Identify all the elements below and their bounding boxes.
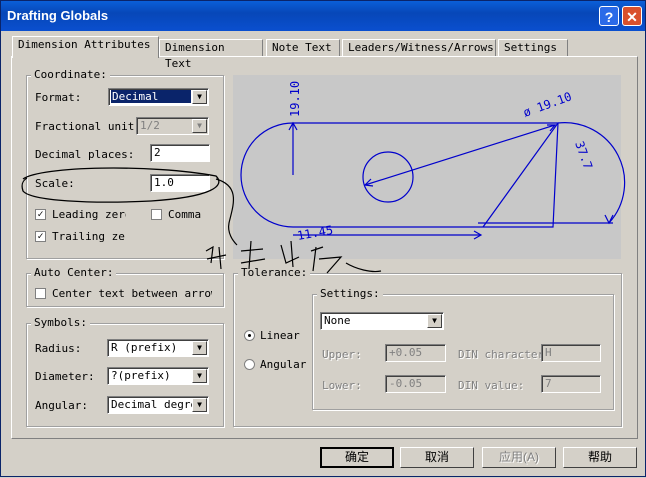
tab-dimension-attributes[interactable]: Dimension Attributes <box>12 36 159 58</box>
fractional-unit-label: Fractional unit: <box>35 120 141 133</box>
angular-tolerance-label: Angular <box>260 358 307 371</box>
din-character-input: H <box>541 344 601 362</box>
din-value-label: DIN value: <box>458 379 525 392</box>
drafting-globals-dialog: Drafting Globals ? ✕ Dimension Attribute… <box>0 0 646 477</box>
angular-label: Angular: <box>35 399 88 412</box>
ok-button[interactable]: 确定 <box>320 447 394 468</box>
format-select[interactable]: Decimal ▼ <box>108 88 209 106</box>
scale-label: Scale: <box>35 177 75 190</box>
diameter-value: ?(prefix) <box>111 369 171 382</box>
tolerance-group-title: Tolerance: <box>238 266 311 279</box>
linear-label: Linear <box>260 329 300 342</box>
diameter-leader <box>364 124 556 186</box>
trailing-zero-label: Trailing zero <box>52 230 126 243</box>
scale-input[interactable]: 1.0 <box>150 174 210 192</box>
cancel-button[interactable]: 取消 <box>400 447 474 468</box>
apply-button: 应用(A) <box>482 447 556 468</box>
angle-dimension-text: 37.7 <box>572 139 595 171</box>
angular-value: Decimal degree <box>111 398 194 411</box>
din-character-label: DIN character <box>458 348 545 361</box>
angular-radio[interactable] <box>244 359 255 370</box>
dropdown-arrow-icon[interactable]: ▼ <box>192 398 207 412</box>
din-value-input: 7 <box>541 375 601 393</box>
tolerance-type-select[interactable]: None ▼ <box>320 312 444 330</box>
help-icon-button[interactable]: ? <box>599 6 619 26</box>
coordinate-group-title: Coordinate: <box>31 68 110 81</box>
center-text-label: Center text between arrowh <box>52 287 212 300</box>
dropdown-arrow-icon: ▼ <box>192 119 207 133</box>
settings-group-title: Settings: <box>317 287 383 300</box>
symbols-group-title: Symbols: <box>31 316 90 329</box>
angle-arc <box>557 122 626 224</box>
linear-radio[interactable] <box>244 330 255 341</box>
vertical-dimension-text: 19.10 <box>288 81 302 117</box>
center-text-checkbox[interactable] <box>35 288 46 299</box>
dropdown-arrow-icon[interactable]: ▼ <box>192 90 207 104</box>
preview-drawing: 19.10 ø 19.10 37.7 11.45 <box>240 81 626 243</box>
radius-select[interactable]: R (prefix) ▼ <box>107 339 209 357</box>
close-icon-button[interactable]: ✕ <box>622 6 642 26</box>
hole-circle <box>362 151 414 203</box>
decimal-places-label: Decimal places: <box>35 148 135 161</box>
tab-note-text[interactable]: Note Text <box>266 39 340 57</box>
auto-center-group-title: Auto Center: <box>31 266 117 279</box>
leading-zero-checkbox[interactable]: ✓ <box>35 209 46 220</box>
fractional-unit-select: 1/2 ▼ <box>136 117 209 135</box>
decimal-places-input[interactable]: 2 <box>150 144 210 162</box>
leading-zero-label: Leading zero <box>52 208 126 221</box>
comma-label: Comma <box>168 208 202 221</box>
fractional-unit-value: 1/2 <box>140 119 160 132</box>
format-label: Format: <box>35 91 82 104</box>
dropdown-arrow-icon[interactable]: ▼ <box>427 314 442 328</box>
radius-value: R (prefix) <box>111 341 178 354</box>
dropdown-arrow-icon[interactable]: ▼ <box>192 341 207 355</box>
lower-label: Lower: <box>322 379 362 392</box>
help-button[interactable]: 帮助 <box>563 447 637 468</box>
dimension-preview: 19.10 ø 19.10 37.7 11.45 <box>233 75 626 259</box>
tolerance-type-value: None <box>324 314 351 327</box>
upper-input: +0.05 <box>385 344 446 362</box>
diameter-label: Diameter: <box>35 370 95 383</box>
upper-label: Upper: <box>322 348 362 361</box>
tab-settings[interactable]: Settings <box>498 39 568 57</box>
tab-dimension-text[interactable]: Dimension Text <box>159 39 263 70</box>
diameter-dimension-text: ø 19.10 <box>521 89 573 119</box>
tab-leaders-witness-arrows[interactable]: Leaders/Witness/Arrows <box>342 39 496 57</box>
horizontal-dimension-text: 11.45 <box>296 223 334 243</box>
window-title: Drafting Globals <box>7 8 109 23</box>
diameter-select[interactable]: ?(prefix) ▼ <box>107 367 209 385</box>
format-value: Decimal <box>111 90 191 103</box>
title-bar[interactable]: Drafting Globals ? ✕ <box>1 1 645 31</box>
trailing-zero-checkbox[interactable]: ✓ <box>35 231 46 242</box>
angle-line <box>482 122 559 228</box>
comma-checkbox[interactable] <box>151 209 162 220</box>
angular-select[interactable]: Decimal degree ▼ <box>107 396 209 414</box>
lower-input: -0.05 <box>385 375 446 393</box>
dropdown-arrow-icon[interactable]: ▼ <box>192 369 207 383</box>
radius-label: Radius: <box>35 342 82 355</box>
